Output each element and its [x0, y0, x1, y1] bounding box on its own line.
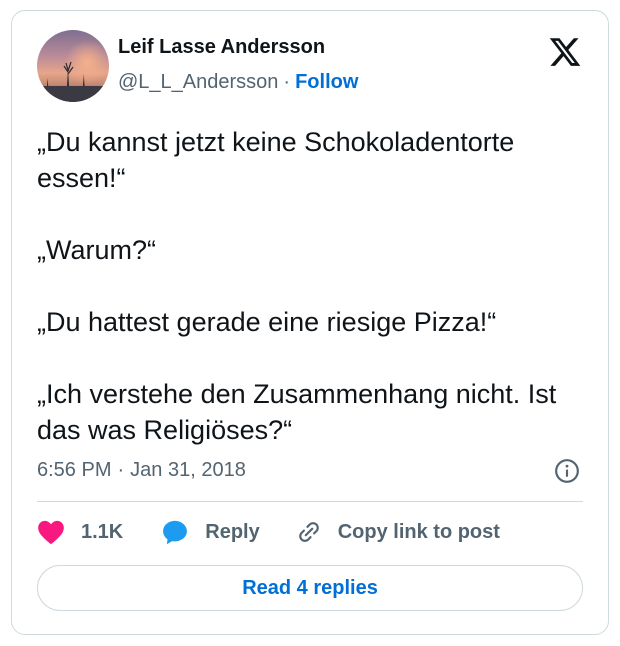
tweet-card: Leif Lasse Andersson @L_L_Andersson · Foll…: [11, 10, 609, 635]
reply-label: Reply: [205, 520, 260, 543]
heart-icon: [38, 520, 64, 545]
tweet-date: Jan 31, 2018: [130, 459, 246, 481]
x-logo-icon[interactable]: [548, 35, 582, 69]
tweet-paragraph: „Du hattest gerade eine riesige Pizza!“: [37, 307, 497, 337]
info-icon[interactable]: [554, 458, 580, 484]
handle-separator: ·: [283, 71, 291, 93]
tweet-time: 6:56 PM: [37, 459, 112, 481]
reply-button[interactable]: Reply: [161, 518, 260, 546]
read-replies-button[interactable]: Read 4 replies: [37, 565, 583, 611]
divider: [37, 501, 583, 502]
tweet-paragraph: „Warum?“: [37, 235, 156, 265]
tweet-timestamp[interactable]: 6:56 PM · Jan 31, 2018: [37, 459, 246, 482]
copy-link-label: Copy link to post: [337, 520, 500, 543]
link-icon: [298, 522, 319, 542]
like-button[interactable]: 1.1K: [37, 519, 123, 545]
tweet-text: „Du kannst jetzt keine Schokoladentorte …: [37, 124, 587, 448]
avatar-image: [37, 61, 109, 102]
action-bar: 1.1K Reply Copy link to post: [37, 514, 500, 550]
speech-bubble-icon: [163, 520, 188, 545]
follow-button[interactable]: Follow: [295, 71, 358, 93]
copy-link-button[interactable]: Copy link to post: [296, 519, 500, 545]
avatar[interactable]: [37, 30, 109, 102]
tweet-paragraph: „Ich verstehe den Zusammenhang nicht. Is…: [37, 379, 557, 445]
author-name[interactable]: Leif Lasse Andersson: [118, 36, 325, 59]
like-count: 1.1K: [81, 520, 124, 543]
tweet-paragraph: „Du kannst jetzt keine Schokoladentorte …: [37, 127, 515, 193]
timestamp-separator: ·: [117, 459, 125, 481]
author-handle-row: @L_L_Andersson · Follow: [118, 71, 358, 94]
author-handle[interactable]: @L_L_Andersson: [118, 71, 278, 93]
